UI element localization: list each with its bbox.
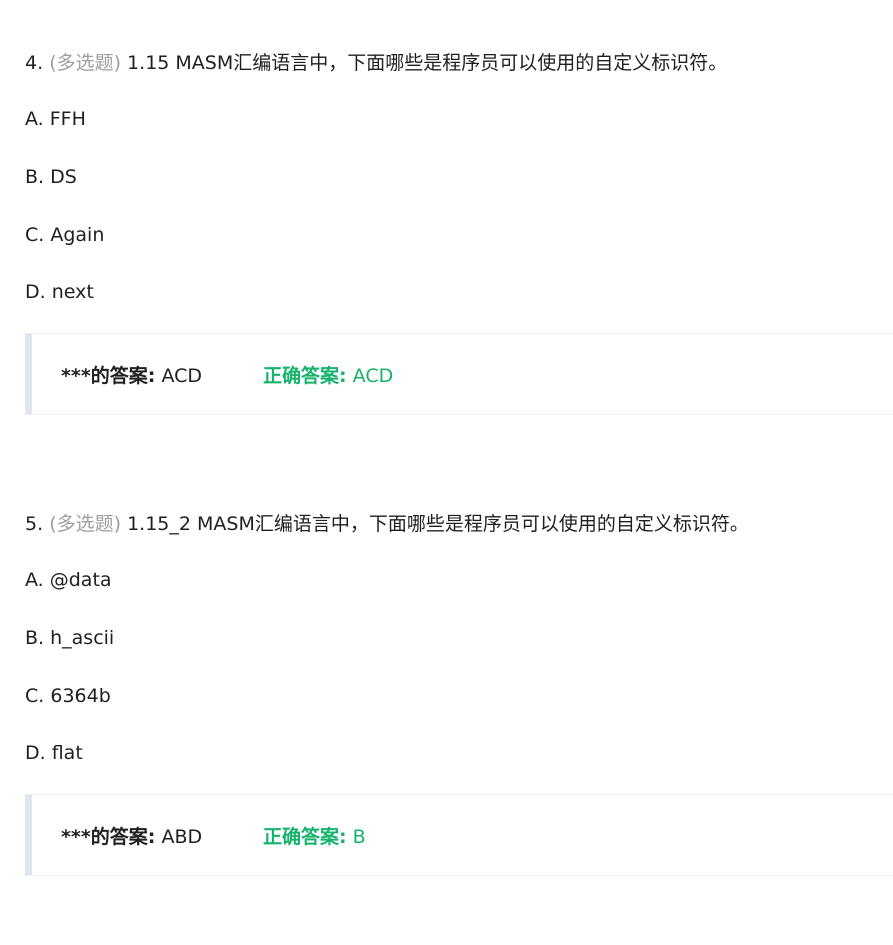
question-type-tag: (多选题) [49, 52, 122, 74]
option-letter: C. [25, 224, 45, 246]
my-answer-value: ACD [161, 365, 203, 387]
option-text: DS [50, 166, 77, 188]
my-answer-value: ABD [161, 826, 203, 848]
correct-answer: 正确答案: B [263, 824, 366, 850]
option-a: A. @data [25, 567, 112, 593]
option-text: h_ascii [50, 627, 115, 649]
option-letter: A. [25, 108, 44, 130]
answer-box: ***的答案: ACD 正确答案: ACD [25, 333, 893, 415]
option-b: B. DS [25, 164, 77, 190]
question-text: 1.15_2 MASM汇编语言中，下面哪些是程序员可以使用的自定义标识符。 [127, 513, 749, 535]
option-letter: A. [25, 569, 44, 591]
option-text: Again [50, 224, 105, 246]
option-d: D. next [25, 279, 94, 305]
option-text: 6364b [50, 685, 111, 707]
question-text: 1.15 MASM汇编语言中，下面哪些是程序员可以使用的自定义标识符。 [127, 52, 728, 74]
my-answer-label: ***的答案: [61, 826, 156, 848]
my-answer: ***的答案: ABD [61, 824, 202, 850]
option-text: @data [49, 569, 112, 591]
question-type-tag: (多选题) [49, 513, 122, 535]
correct-answer-value: B [352, 826, 366, 848]
option-letter: D. [25, 742, 46, 764]
option-c: C. Again [25, 222, 104, 248]
option-a: A. FFH [25, 106, 86, 132]
option-b: B. h_ascii [25, 625, 114, 651]
question-title: 4. (多选题) 1.15 MASM汇编语言中，下面哪些是程序员可以使用的自定义… [25, 50, 727, 76]
correct-answer: 正确答案: ACD [263, 363, 393, 389]
question-number: 5. [25, 513, 44, 535]
option-d: D. flat [25, 740, 83, 766]
correct-answer-value: ACD [352, 365, 394, 387]
option-letter: B. [25, 627, 45, 649]
answer-box: ***的答案: ABD 正确答案: B [25, 794, 893, 876]
question-number: 4. [25, 52, 44, 74]
correct-answer-label: 正确答案: [263, 365, 347, 387]
option-letter: D. [25, 281, 46, 303]
option-c: C. 6364b [25, 683, 111, 709]
option-letter: B. [25, 166, 45, 188]
correct-answer-label: 正确答案: [263, 826, 347, 848]
option-text: flat [51, 742, 83, 764]
my-answer: ***的答案: ACD [61, 363, 202, 389]
my-answer-label: ***的答案: [61, 365, 156, 387]
question-title: 5. (多选题) 1.15_2 MASM汇编语言中，下面哪些是程序员可以使用的自… [25, 511, 749, 537]
option-letter: C. [25, 685, 45, 707]
option-text: next [51, 281, 94, 303]
option-text: FFH [49, 108, 86, 130]
